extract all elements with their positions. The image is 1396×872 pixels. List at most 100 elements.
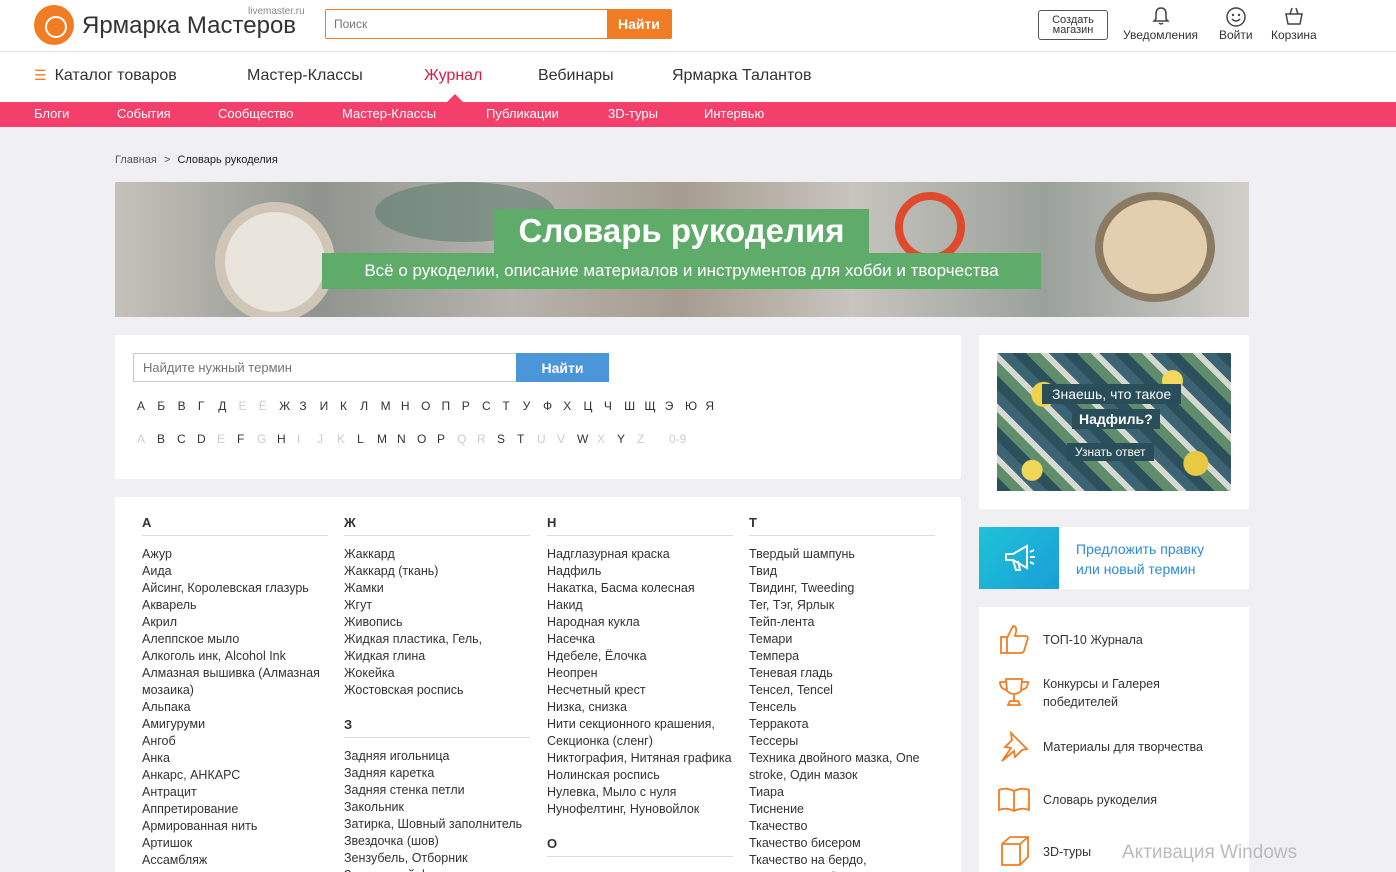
term-link[interactable]: Насечка bbox=[547, 631, 733, 648]
term-link[interactable]: Артишок bbox=[142, 835, 328, 852]
alphabet-letter[interactable]: Щ bbox=[644, 399, 664, 413]
alphabet-letter[interactable]: Н bbox=[401, 399, 421, 413]
alphabet-letter[interactable]: Ж bbox=[279, 399, 299, 413]
alphabet-letter[interactable]: В bbox=[178, 399, 198, 413]
alphabet-letter[interactable]: Ц bbox=[584, 399, 604, 413]
term-link[interactable]: Ангоб bbox=[142, 733, 328, 750]
term-link[interactable]: Твердый шампунь bbox=[749, 546, 935, 563]
alphabet-letter[interactable]: D bbox=[197, 432, 217, 446]
term-link[interactable]: Альпака bbox=[142, 699, 328, 716]
site-search-input[interactable] bbox=[326, 10, 607, 38]
cart-button[interactable]: Корзина bbox=[1271, 6, 1317, 42]
term-link[interactable]: Тенсель bbox=[749, 699, 935, 716]
term-link[interactable]: Зензубель, Отборник bbox=[344, 850, 530, 867]
term-link[interactable]: Ткачество бисером bbox=[749, 835, 935, 852]
term-link[interactable]: Низка, снизка bbox=[547, 699, 733, 716]
alphabet-letter[interactable]: Т bbox=[502, 399, 522, 413]
term-search-button[interactable]: Найти bbox=[516, 353, 609, 382]
term-link[interactable]: Живопись bbox=[344, 614, 530, 631]
term-link[interactable]: Жаккард bbox=[344, 546, 530, 563]
subnav-blogs[interactable]: Блоги bbox=[34, 106, 69, 121]
term-link[interactable]: Жамки bbox=[344, 580, 530, 597]
nav-journal[interactable]: Журнал bbox=[424, 67, 482, 85]
term-link[interactable]: Алкоголь инк, Alcohol Ink bbox=[142, 648, 328, 665]
alphabet-letter[interactable]: Ф bbox=[543, 399, 563, 413]
term-link[interactable]: Армированная нить bbox=[142, 818, 328, 835]
alphabet-letter[interactable]: B bbox=[157, 432, 177, 446]
alphabet-letter[interactable]: S bbox=[497, 432, 517, 446]
alphabet-letter[interactable]: L bbox=[357, 432, 377, 446]
term-link[interactable]: Анкарс, АНКАРС bbox=[142, 767, 328, 784]
term-link[interactable]: Алеппское мыло bbox=[142, 631, 328, 648]
side-link-dictionary[interactable]: Словарь рукоделия bbox=[995, 782, 1213, 818]
subnav-3d-tours[interactable]: 3D-туры bbox=[608, 106, 658, 121]
alphabet-letter[interactable]: С bbox=[482, 399, 502, 413]
term-link[interactable]: Тейп-лента bbox=[749, 614, 935, 631]
alphabet-letter[interactable]: Г bbox=[198, 399, 218, 413]
alphabet-letter[interactable]: M bbox=[377, 432, 397, 446]
alphabet-letter[interactable]: У bbox=[523, 399, 543, 413]
subnav-publications[interactable]: Публикации bbox=[486, 106, 559, 121]
alphabet-letter[interactable]: F bbox=[237, 432, 257, 446]
alphabet-letter[interactable]: W bbox=[577, 432, 597, 446]
alphabet-letter[interactable]: А bbox=[137, 399, 157, 413]
term-link[interactable]: Задняя каретка bbox=[344, 765, 530, 782]
alphabet-letter[interactable]: T bbox=[517, 432, 537, 446]
alphabet-letter[interactable]: Х bbox=[563, 399, 583, 413]
nav-talents[interactable]: Ярмарка Талантов bbox=[672, 67, 812, 85]
term-link[interactable]: Анка bbox=[142, 750, 328, 767]
alphabet-letter[interactable]: Y bbox=[617, 432, 637, 446]
term-link[interactable]: Алмазная вышивка (Алмазная мозаика) bbox=[142, 665, 328, 699]
term-link[interactable]: Темпера bbox=[749, 648, 935, 665]
term-link[interactable]: Аида bbox=[142, 563, 328, 580]
breadcrumb-home[interactable]: Главная bbox=[115, 154, 157, 166]
term-link[interactable]: Тег, Тэг, Ярлык bbox=[749, 597, 935, 614]
term-link[interactable]: Народная кукла bbox=[547, 614, 733, 631]
site-search-button[interactable]: Найти bbox=[607, 10, 671, 38]
term-link[interactable]: Никтография, Нитяная графика bbox=[547, 750, 733, 767]
term-link[interactable]: Ткачество bbox=[749, 818, 935, 835]
alphabet-letter[interactable]: М bbox=[381, 399, 401, 413]
side-link-contests[interactable]: Конкурсы и Галерея победителей bbox=[995, 675, 1213, 711]
tip-answer-link[interactable]: Узнать ответ bbox=[1067, 443, 1154, 461]
term-link[interactable]: Нити секционного крашения, Секционка (сл… bbox=[547, 716, 733, 750]
term-link[interactable]: Задняя игольница bbox=[344, 748, 530, 765]
term-link[interactable]: Твид bbox=[749, 563, 935, 580]
login-button[interactable]: Войти bbox=[1219, 6, 1253, 42]
term-link[interactable]: Жокейка bbox=[344, 665, 530, 682]
term-link[interactable]: Тессеры bbox=[749, 733, 935, 750]
alphabet-letter[interactable]: O bbox=[417, 432, 437, 446]
term-link[interactable]: Накатка, Басма колесная bbox=[547, 580, 733, 597]
term-link[interactable]: Нолинская роспись bbox=[547, 767, 733, 784]
subnav-events[interactable]: События bbox=[117, 106, 171, 121]
alphabet-letter[interactable]: З bbox=[299, 399, 319, 413]
alphabet-letter[interactable]: C bbox=[177, 432, 197, 446]
alphabet-letter[interactable]: И bbox=[320, 399, 340, 413]
term-link[interactable]: Тенсел, Tencel bbox=[749, 682, 935, 699]
alphabet-letter[interactable]: Р bbox=[462, 399, 482, 413]
term-link[interactable]: Ндебеле, Ёлочка bbox=[547, 648, 733, 665]
term-link[interactable]: Жостовская роспись bbox=[344, 682, 530, 699]
term-link[interactable]: Тиара bbox=[749, 784, 935, 801]
create-shop-button[interactable]: Создать магазин bbox=[1038, 10, 1108, 40]
term-link[interactable]: Жидкая пластика, Гель, Жидкая глина bbox=[344, 631, 530, 665]
alphabet-letter[interactable]: N bbox=[397, 432, 417, 446]
alphabet-letter[interactable]: Л bbox=[360, 399, 380, 413]
term-link[interactable]: Ассамбляж bbox=[142, 852, 328, 869]
term-link[interactable]: Нулевка, Мыло с нуля bbox=[547, 784, 733, 801]
suggest-edit-card[interactable]: Предложить правку или новый термин bbox=[979, 527, 1249, 589]
notifications-button[interactable]: Уведомления bbox=[1123, 6, 1198, 42]
alphabet-letter[interactable]: Ч bbox=[604, 399, 624, 413]
term-link[interactable]: Акварель bbox=[142, 597, 328, 614]
catalog-menu[interactable]: ☰ Каталог товаров bbox=[34, 67, 177, 85]
nav-master-classes[interactable]: Мастер-Классы bbox=[247, 67, 363, 85]
alphabet-letter[interactable]: Я bbox=[705, 399, 725, 413]
alphabet-letter[interactable]: Ш bbox=[624, 399, 644, 413]
nav-webinars[interactable]: Вебинары bbox=[538, 67, 614, 85]
term-link[interactable]: Терракота bbox=[749, 716, 935, 733]
term-link[interactable]: Жгут bbox=[344, 597, 530, 614]
term-link[interactable]: Айсинг, Королевская глазурь bbox=[142, 580, 328, 597]
alphabet-letter[interactable]: P bbox=[437, 432, 457, 446]
term-link[interactable]: Затирка, Шовный заполнитель bbox=[344, 816, 530, 833]
term-link[interactable]: Техника двойного мазка, One stroke, Один… bbox=[749, 750, 935, 784]
